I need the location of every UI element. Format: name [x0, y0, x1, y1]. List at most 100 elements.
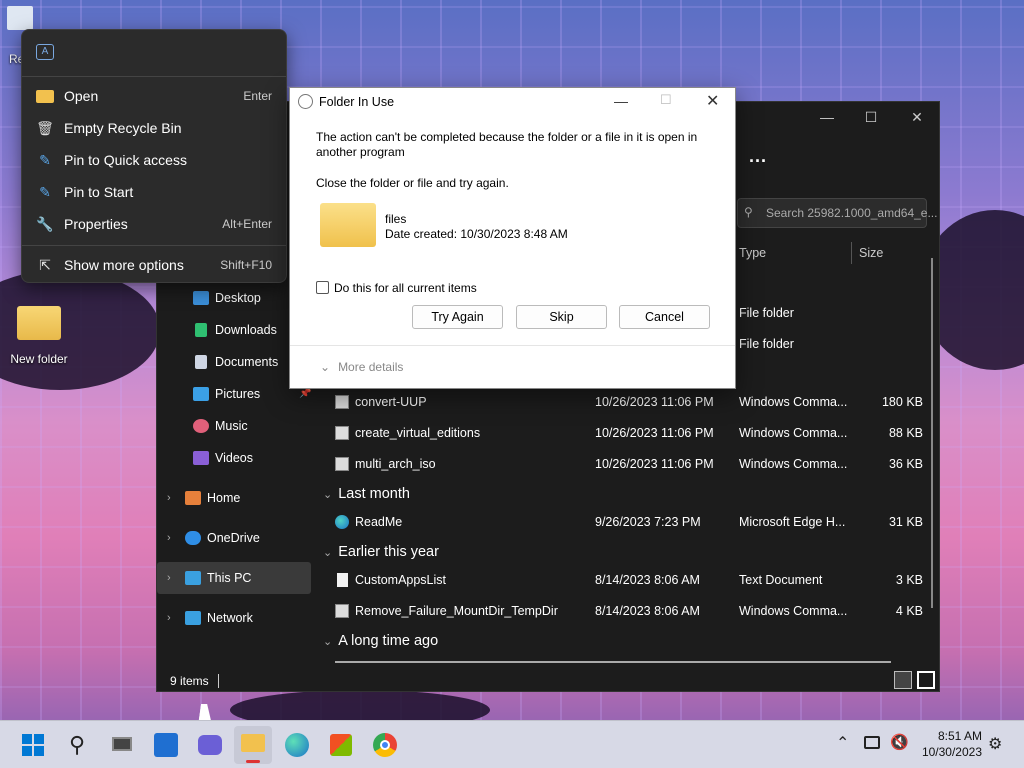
chevron-down-icon: ⌄ — [320, 360, 331, 374]
clock-icon — [298, 94, 313, 109]
chat-icon — [198, 735, 222, 755]
tiles-view-button[interactable] — [917, 671, 935, 689]
taskbar: ⚲ ⌃ 🔇 8:51 AM 10/30/2023 ⚙ — [0, 720, 1024, 768]
table-row[interactable]: multi_arch_iso 10/26/2023 11:06 PM Windows… — [317, 449, 939, 480]
start-button[interactable] — [19, 731, 47, 759]
status-item-count: 9 items — [170, 674, 209, 688]
text-document-icon — [337, 573, 348, 587]
more-details-toggle[interactable]: ⌄ More details — [320, 360, 403, 374]
chevron-right-icon: › — [167, 532, 171, 544]
dialog-instruction: Close the folder or file and try again. — [316, 176, 509, 190]
chevron-down-icon: ⌄ — [323, 547, 333, 559]
volume-muted-icon[interactable]: 🔇 — [890, 733, 909, 751]
nav-item-this-pc[interactable]: › This PC — [157, 562, 311, 594]
folder-icon — [17, 306, 61, 340]
nav-item-videos[interactable]: Videos — [157, 442, 317, 474]
chevron-right-icon: › — [167, 492, 171, 504]
cloud-icon — [185, 531, 201, 545]
ai-rename-icon[interactable]: A — [36, 44, 54, 60]
teams-chat-button[interactable] — [196, 731, 224, 759]
try-again-button[interactable]: Try Again — [412, 305, 503, 329]
folder-icon — [241, 734, 265, 752]
wrench-icon: 🔧 — [36, 216, 54, 232]
chevron-down-icon: ⌄ — [323, 636, 333, 648]
close-button[interactable]: ✕ — [907, 108, 927, 126]
menu-item-properties[interactable]: 🔧 Properties Alt+Enter — [28, 209, 280, 239]
widgets-icon — [154, 733, 178, 757]
folder-icon — [320, 203, 376, 247]
minimize-button[interactable]: — — [817, 108, 837, 126]
share-icon: ⇱ — [39, 257, 51, 273]
chevron-right-icon: › — [167, 572, 171, 584]
menu-item-show-more-options[interactable]: ⇱ Show more options Shift+F10 — [28, 250, 280, 280]
group-header-earlier-this-year[interactable]: ⌄ Earlier this year — [323, 537, 439, 567]
command-script-icon — [335, 457, 349, 471]
status-separator — [218, 674, 219, 688]
trash-icon: 🗑 — [36, 120, 54, 136]
active-indicator — [246, 760, 260, 763]
nav-item-onedrive[interactable]: › OneDrive — [157, 522, 317, 554]
edge-icon — [335, 515, 349, 529]
search-placeholder: Search 25982.1000_amd64_e... — [766, 206, 938, 220]
maximize-button[interactable]: ☐ — [861, 108, 881, 126]
more-options-button[interactable]: ... — [749, 146, 767, 167]
minimize-button[interactable]: — — [614, 93, 628, 109]
clock[interactable]: 8:51 AM 10/30/2023 — [918, 729, 982, 759]
widgets-button[interactable] — [152, 731, 180, 759]
store-button[interactable] — [327, 731, 355, 759]
home-icon — [185, 491, 201, 505]
dialog-separator — [290, 345, 735, 346]
clock-time: 8:51 AM — [937, 729, 982, 743]
nav-item-home[interactable]: › Home — [157, 482, 317, 514]
nav-item-music[interactable]: Music — [157, 410, 317, 442]
close-button[interactable]: ✕ — [706, 91, 719, 111]
nav-item-network[interactable]: › Network — [157, 602, 317, 634]
cancel-button[interactable]: Cancel — [619, 305, 710, 329]
apply-all-checkbox[interactable] — [316, 281, 329, 294]
table-row[interactable]: Remove_Failure_MountDir_TempDir 8/14/2023… — [317, 596, 939, 627]
chevron-right-icon: › — [167, 612, 171, 624]
group-header-last-month[interactable]: ⌄ Last month — [323, 479, 410, 509]
search-box[interactable]: ⚲ Search 25982.1000_amd64_e... — [737, 198, 937, 228]
details-view-button[interactable] — [894, 671, 912, 689]
notification-icon[interactable]: ⚙ — [988, 734, 1002, 754]
store-icon — [330, 734, 352, 756]
file-date: Date created: 10/30/2023 8:48 AM — [385, 227, 568, 241]
command-script-icon — [335, 604, 349, 618]
task-view-icon — [112, 737, 132, 751]
search-button[interactable]: ⚲ — [63, 731, 91, 759]
download-icon — [195, 323, 207, 337]
menu-item-pin-quick-access[interactable]: ✎ Pin to Quick access — [28, 145, 280, 175]
table-row[interactable]: ReadMe 9/26/2023 7:23 PM Microsoft Edge H.… — [317, 507, 939, 538]
document-icon — [195, 355, 207, 369]
menu-item-open[interactable]: Open Enter — [28, 81, 280, 111]
menu-separator — [22, 245, 286, 246]
menu-item-pin-start[interactable]: ✎ Pin to Start — [28, 177, 280, 207]
table-row[interactable]: create_virtual_editions 10/26/2023 11:06 … — [317, 418, 939, 449]
edge-icon — [285, 733, 309, 757]
videos-icon — [193, 451, 209, 465]
vertical-scrollbar[interactable] — [931, 258, 933, 608]
recycle-bin-icon — [7, 6, 33, 30]
file-explorer-taskbar-button[interactable] — [234, 726, 272, 764]
table-row[interactable]: convert-UUP 10/26/2023 11:06 PM Windows Co… — [317, 387, 939, 418]
group-header-long-time-ago[interactable]: ⌄ A long time ago — [323, 626, 438, 656]
chevron-down-icon: ⌄ — [323, 489, 333, 501]
task-view-button[interactable] — [108, 731, 136, 759]
music-icon — [193, 419, 209, 433]
network-icon[interactable] — [864, 736, 880, 749]
folder-icon — [36, 90, 54, 103]
new-folder-desktop-icon[interactable]: New folder — [4, 306, 74, 366]
table-row[interactable]: CustomAppsList 8/14/2023 8:06 AM Text Docu… — [317, 565, 939, 596]
new-folder-label: New folder — [10, 352, 68, 366]
apply-all-label: Do this for all current items — [334, 281, 477, 295]
search-icon: ⚲ — [744, 205, 753, 219]
horizontal-scrollbar[interactable] — [335, 661, 891, 663]
show-hidden-icons-button[interactable]: ⌃ — [836, 733, 849, 753]
menu-item-empty-recycle-bin[interactable]: 🗑 Empty Recycle Bin — [28, 113, 280, 143]
edge-button[interactable] — [283, 731, 311, 759]
clock-date: 10/30/2023 — [921, 745, 982, 759]
maximize-button[interactable]: ☐ — [660, 92, 672, 108]
skip-button[interactable]: Skip — [516, 305, 607, 329]
chrome-button[interactable] — [371, 731, 399, 759]
